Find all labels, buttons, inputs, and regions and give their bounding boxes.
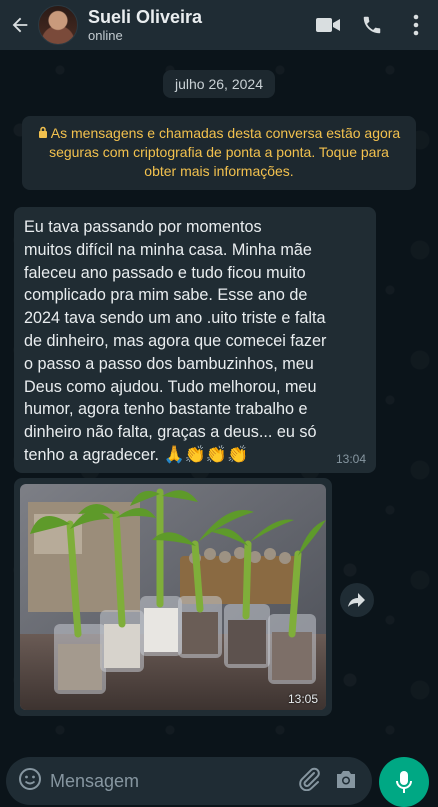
- message-body: Eu tava passando por momentos muitos dif…: [24, 218, 327, 464]
- camera-icon: [337, 770, 355, 788]
- message-time: 13:04: [335, 452, 366, 466]
- voice-record-button[interactable]: [379, 757, 429, 807]
- emoji-icon: [19, 767, 41, 790]
- back-button[interactable]: [6, 14, 34, 36]
- message-input[interactable]: Mensagem: [50, 771, 298, 792]
- message-bubble[interactable]: Eu tava passando por momentos muitos dif…: [14, 207, 376, 473]
- avatar[interactable]: [38, 5, 78, 45]
- phone-icon: [363, 16, 381, 34]
- date-separator: julho 26, 2024: [163, 70, 275, 98]
- emoji-button[interactable]: [18, 767, 42, 796]
- chat-header: Sueli Oliveira online: [0, 0, 438, 50]
- encryption-notice[interactable]: As mensagens e chamadas desta conversa e…: [22, 116, 416, 190]
- attach-button[interactable]: [298, 767, 320, 796]
- back-arrow-icon: [12, 17, 28, 33]
- voice-call-button[interactable]: [350, 14, 394, 36]
- contact-info[interactable]: Sueli Oliveira online: [88, 7, 306, 44]
- encryption-notice-text: As mensagens e chamadas desta conversa e…: [49, 125, 401, 179]
- paperclip-icon: [299, 767, 320, 791]
- forward-icon: [348, 593, 365, 607]
- message-composer[interactable]: Mensagem: [6, 757, 372, 805]
- message-text: Eu tava passando por momentos muitos dif…: [24, 216, 366, 467]
- message-photo[interactable]: [20, 484, 326, 710]
- video-call-button[interactable]: [306, 15, 350, 35]
- image-message-time: 13:05: [287, 692, 318, 706]
- image-message-bubble[interactable]: 13:05: [14, 478, 332, 716]
- message-emojis: 🙏👏👏👏: [163, 444, 249, 464]
- microphone-icon: [396, 771, 412, 793]
- forward-button[interactable]: [340, 583, 374, 617]
- lock-icon: [38, 124, 48, 143]
- video-call-icon: [316, 18, 340, 32]
- contact-name: Sueli Oliveira: [88, 6, 203, 27]
- more-vert-icon: [413, 14, 419, 36]
- more-options-button[interactable]: [394, 14, 438, 36]
- camera-button[interactable]: [334, 768, 358, 795]
- contact-status: online: [88, 27, 123, 43]
